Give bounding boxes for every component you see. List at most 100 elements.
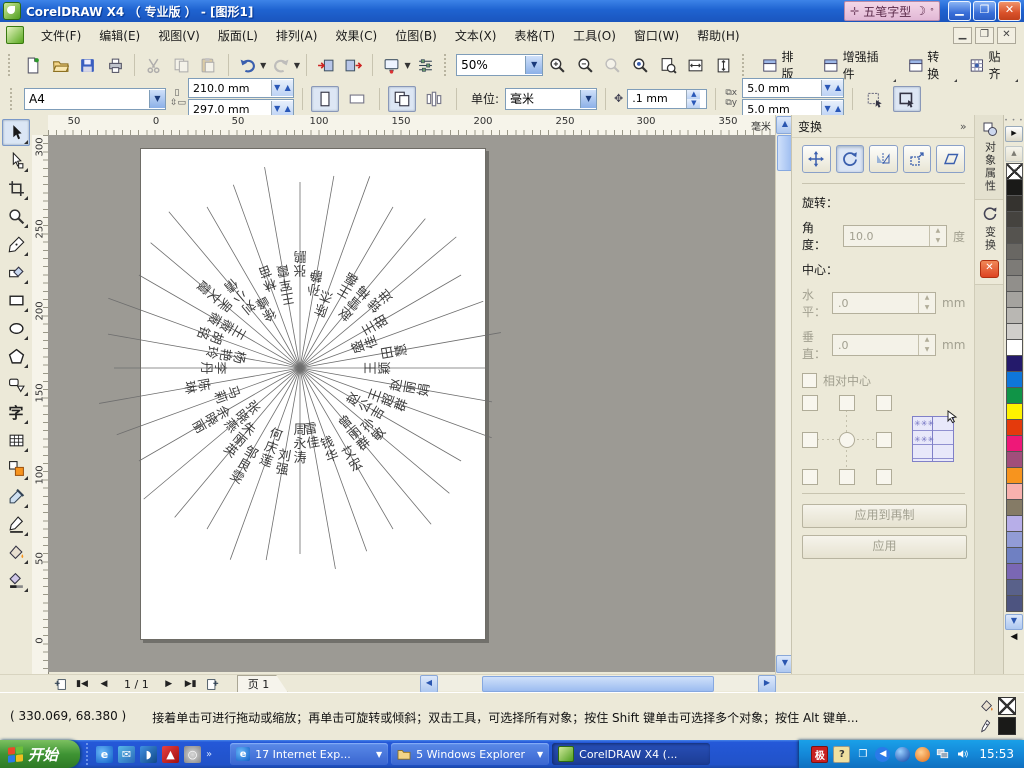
angle-field[interactable]: ▲▼ <box>843 225 947 247</box>
palette-swatch-18[interactable] <box>1006 451 1023 468</box>
nudge-down[interactable]: ▼ <box>687 99 700 108</box>
treat-as-filled-button[interactable] <box>861 86 889 112</box>
outline-indicator[interactable] <box>980 717 1016 735</box>
palette-flyout-button[interactable]: ▶ <box>1005 126 1023 142</box>
last-page-button[interactable]: ▶▮ <box>181 676 201 693</box>
pick-tool[interactable] <box>2 119 30 146</box>
anchor-point-7[interactable] <box>839 469 855 485</box>
units-dropdown[interactable]: ▼ <box>580 90 596 108</box>
palette-expand-button[interactable]: ◀ <box>1011 632 1018 642</box>
center-vertical-field[interactable]: ▲▼ <box>832 334 936 356</box>
palette-swatch-15[interactable] <box>1006 403 1023 420</box>
new-document-button[interactable] <box>20 52 46 78</box>
menu-tools[interactable]: 工具(O) <box>564 24 625 47</box>
copy-button[interactable] <box>169 52 195 78</box>
menu-arrange[interactable]: 排列(A) <box>267 24 327 47</box>
quicklaunch-mail-icon[interactable]: ✉ <box>118 746 135 763</box>
palette-swatch-16[interactable] <box>1006 419 1023 436</box>
palette-swatch-14[interactable] <box>1006 387 1023 404</box>
task-internet-explorer[interactable]: e17 Internet Exp...▼ <box>230 743 388 765</box>
tab-transform[interactable]: 变换 ✕ <box>975 200 1004 285</box>
quicklaunch-ie-icon[interactable]: e <box>96 746 113 763</box>
palette-swatch-20[interactable] <box>1006 483 1023 500</box>
horizontal-scroll-thumb[interactable] <box>482 676 714 692</box>
quicklaunch-security-icon[interactable]: ▲ <box>162 746 179 763</box>
zoom-selected-button[interactable] <box>600 52 626 78</box>
apply-to-duplicate-button[interactable]: 应用到再制 <box>802 504 967 528</box>
palette-swatch-6[interactable] <box>1006 259 1023 276</box>
anchor-point-0[interactable] <box>802 395 818 411</box>
center-horizontal-field[interactable]: ▲▼ <box>832 292 936 314</box>
angle-input[interactable] <box>844 226 929 246</box>
palette-swatch-12[interactable] <box>1006 355 1023 372</box>
menu-view[interactable]: 视图(V) <box>149 24 209 47</box>
tray-red-app-icon[interactable]: 极 <box>811 746 828 763</box>
palette-swatch-21[interactable] <box>1006 499 1023 516</box>
horizontal-scrollbar[interactable]: ◀ ▶ <box>420 675 776 691</box>
anchor-point-3[interactable] <box>802 432 818 448</box>
rectangle-tool[interactable] <box>2 287 30 314</box>
zoom-page-width-button[interactable] <box>683 52 709 78</box>
palette-swatch-3[interactable] <box>1006 211 1023 228</box>
apply-button[interactable]: 应用 <box>802 535 967 559</box>
redo-dropdown[interactable]: ▼ <box>294 61 300 70</box>
quicklaunch-overflow-icon[interactable]: » <box>206 749 212 760</box>
add-page-start-button[interactable] <box>50 676 70 693</box>
snap-button[interactable]: 贴齐 <box>961 45 1020 85</box>
palette-swatch-9[interactable] <box>1006 307 1023 324</box>
dup-x-up[interactable]: ▲ <box>833 80 844 96</box>
task-windows-explorer[interactable]: 5 Windows Explorer▼ <box>391 743 549 765</box>
landscape-button[interactable] <box>343 86 371 112</box>
paper-width-down[interactable]: ▼ <box>272 80 283 96</box>
center-v-down[interactable]: ▼ <box>919 345 935 355</box>
angle-up[interactable]: ▲ <box>930 226 946 236</box>
tray-window-icon[interactable]: ❐ <box>855 747 870 762</box>
anchor-point-4[interactable] <box>839 432 855 448</box>
all-pages-button[interactable] <box>388 86 416 112</box>
palette-swatch-25[interactable] <box>1006 563 1023 580</box>
current-page-button[interactable] <box>420 86 448 112</box>
vertical-scrollbar[interactable]: ▲ ▼ <box>775 115 792 674</box>
basic-shapes-tool[interactable] <box>2 371 30 398</box>
palette-scroll-up-button[interactable]: ▲ <box>1005 146 1023 162</box>
start-button[interactable]: 开始 <box>0 740 80 768</box>
duplicate-x-input[interactable] <box>743 81 821 96</box>
restore-button[interactable]: ❐ <box>973 1 996 21</box>
palette-swatch-11[interactable] <box>1006 339 1023 356</box>
palette-swatch-22[interactable] <box>1006 515 1023 532</box>
paper-type-dropdown[interactable]: ▼ <box>149 90 165 108</box>
minimize-button[interactable]: ▁ <box>948 1 971 21</box>
center-vertical-input[interactable] <box>833 335 918 355</box>
ime-toolbar[interactable]: ✛ 五笔字型 ☽° <box>844 1 940 21</box>
palette-swatch-2[interactable] <box>1006 195 1023 212</box>
launcher-dropdown[interactable]: ▼ <box>405 61 411 70</box>
nudge-input[interactable] <box>628 91 686 106</box>
interactive-fill-tool[interactable] <box>2 567 30 594</box>
docker-close-button[interactable]: ✕ <box>980 260 999 278</box>
doc-close-button[interactable]: ✕ <box>997 27 1016 44</box>
drawing-canvas[interactable]: 周永涛刘强何庆莲邹良雯朱丽英张晓燕余晓丽马莉陈琳李丹杨艳玲胡铭王薇薇吴文霞刘小倩… <box>48 135 775 672</box>
nudge-up[interactable]: ▲ <box>687 90 700 99</box>
tray-display-icon[interactable] <box>935 747 950 762</box>
options-button[interactable] <box>413 52 439 78</box>
menu-layout[interactable]: 版面(L) <box>209 24 267 47</box>
zoom-to-page-button[interactable] <box>655 52 681 78</box>
palette-swatch-7[interactable] <box>1006 275 1023 292</box>
scroll-left-button[interactable]: ◀ <box>420 675 438 693</box>
menu-file[interactable]: 文件(F) <box>32 24 90 47</box>
eyedropper-tool[interactable] <box>2 483 30 510</box>
menu-help[interactable]: 帮助(H) <box>688 24 748 47</box>
table-tool[interactable] <box>2 427 30 454</box>
export-button[interactable] <box>341 52 367 78</box>
quicklaunch-browser-icon[interactable]: ○ <box>184 746 201 763</box>
zoom-all-objects-button[interactable] <box>628 52 654 78</box>
page-tab[interactable]: 页 1 <box>237 675 289 693</box>
paste-button[interactable] <box>196 52 222 78</box>
palette-swatch-27[interactable] <box>1006 595 1023 612</box>
angle-down[interactable]: ▼ <box>930 236 946 246</box>
palette-scroll-down-button[interactable]: ▼ <box>1005 614 1023 630</box>
dup-x-down[interactable]: ▼ <box>822 80 833 96</box>
anchor-point-8[interactable] <box>876 469 892 485</box>
tray-updater-icon[interactable] <box>915 747 930 762</box>
polygon-tool[interactable] <box>2 343 30 370</box>
